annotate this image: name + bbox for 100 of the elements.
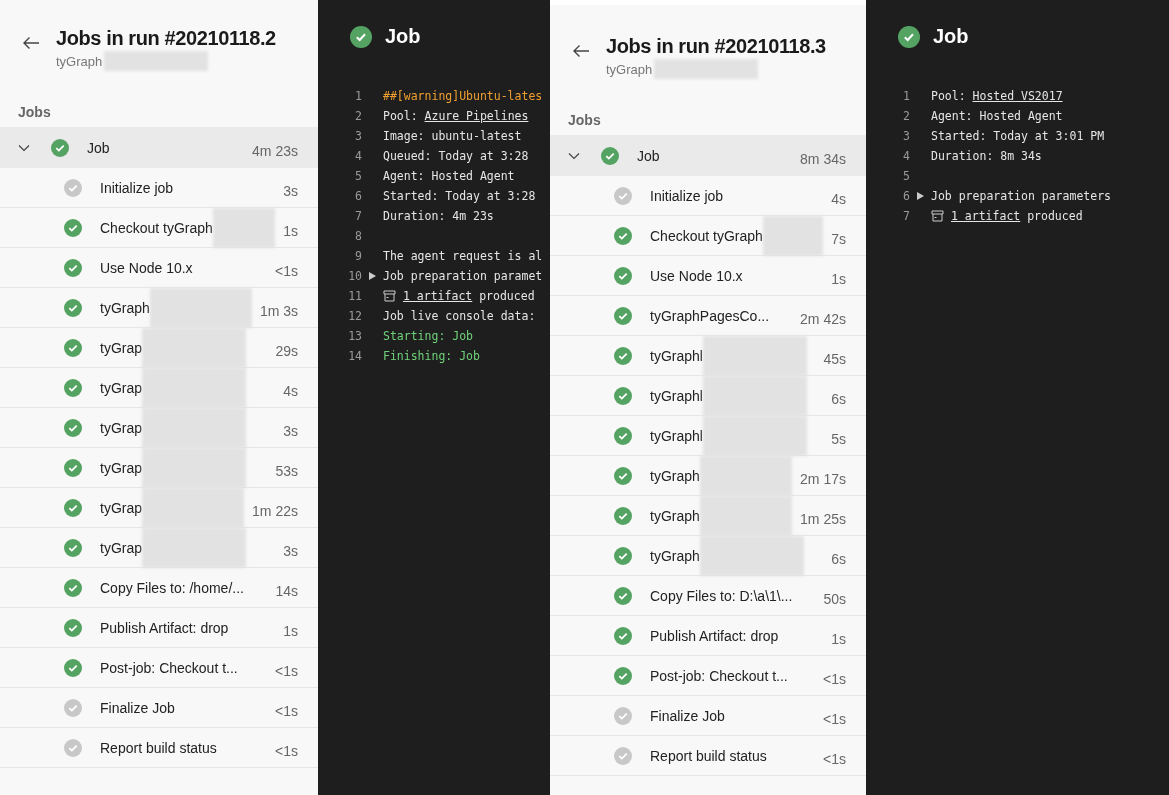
log-link[interactable]: Hosted VS2017 [972, 89, 1063, 103]
step-row[interactable]: Use Node 10.x 1s [550, 256, 866, 296]
step-duration: <1s [822, 709, 847, 727]
step-row[interactable]: tyGraphl 6s [550, 376, 866, 416]
log-title: Job [933, 25, 969, 48]
job-row[interactable]: Job 8m 34s [550, 135, 866, 176]
job-name: Job [87, 139, 110, 156]
line-number: 11 [347, 289, 362, 303]
line-number: 3 [354, 129, 362, 143]
pipeline-name: tyGraph [606, 61, 653, 77]
log-line: Pool: [383, 109, 419, 123]
step-name: tyGrap [100, 419, 142, 436]
step-duration: <1s [274, 661, 299, 679]
step-duration: 5s [830, 429, 847, 447]
log-link[interactable]: Azure Pipelines [424, 109, 529, 123]
step-name: Publish Artifact: drop [650, 627, 779, 644]
step-duration: <1s [822, 749, 847, 767]
line-number: 1 [354, 89, 362, 103]
back-arrow-icon[interactable] [572, 44, 590, 58]
step-row[interactable]: tyGraph 2m 17s [550, 456, 866, 496]
step-row[interactable]: tyGraph 6s [550, 536, 866, 576]
step-row[interactable]: Copy Files to: /home/... 14s [0, 568, 318, 608]
step-row[interactable]: tyGrap 29s [0, 328, 318, 368]
step-row[interactable]: Checkout tyGraph 1s [0, 208, 318, 248]
step-duration: 53s [274, 461, 299, 479]
step-row[interactable]: Publish Artifact: drop 1s [0, 608, 318, 648]
step-duration: 6s [830, 549, 847, 567]
line-number: 14 [347, 349, 362, 363]
step-duration: <1s [274, 701, 299, 719]
log-line: ##[warning]Ubuntu-lates [383, 89, 543, 103]
step-row[interactable]: tyGraphl 45s [550, 336, 866, 376]
line-number: 7 [354, 209, 362, 223]
line-number: 7 [902, 209, 910, 223]
log-line: Image: ubuntu-latest [383, 129, 522, 143]
job-row[interactable]: Job 4m 23s [0, 127, 318, 168]
line-number: 2 [354, 109, 362, 123]
log-title: Job [385, 25, 421, 48]
step-row[interactable]: Post-job: Checkout t... <1s [0, 648, 318, 688]
step-name: Post-job: Checkout t... [650, 667, 788, 684]
log-line: Job preparation paramet [383, 269, 543, 283]
step-name: Publish Artifact: drop [100, 619, 229, 636]
step-row[interactable]: Finalize Job <1s [550, 696, 866, 736]
chevron-icon[interactable] [18, 143, 30, 152]
step-duration: 3s [282, 541, 299, 559]
step-row[interactable]: Post-job: Checkout t... <1s [550, 656, 866, 696]
log-line: produced [478, 289, 535, 303]
step-name: tyGrap [100, 499, 142, 516]
step-row[interactable]: tyGrap 4s [0, 368, 318, 408]
line-number: 8 [354, 229, 362, 243]
line-number: 9 [354, 249, 362, 263]
line-number: 12 [347, 309, 362, 323]
expand-triangle-icon[interactable] [369, 272, 376, 280]
step-row[interactable]: Finalize Job <1s [0, 688, 318, 728]
step-row[interactable]: tyGrap 1m 22s [0, 488, 318, 528]
step-duration: 1m 3s [258, 301, 299, 319]
step-row[interactable]: Publish Artifact: drop 1s [550, 616, 866, 656]
step-duration: <1s [822, 669, 847, 687]
step-row[interactable]: Report build status <1s [550, 736, 866, 776]
step-row[interactable]: Checkout tyGraph 7s [550, 216, 866, 256]
log-line: Starting: Job [383, 329, 473, 343]
step-name: Checkout tyGraph [650, 227, 763, 244]
step-duration: 2m 42s [799, 309, 847, 327]
step-name: tyGrap [100, 339, 142, 356]
step-duration: 6s [830, 389, 847, 407]
log-link[interactable]: 1 artifact [951, 209, 1021, 223]
step-duration: 1m 22s [251, 501, 299, 519]
step-duration: 1s [830, 629, 847, 647]
step-name: tyGrap [100, 379, 142, 396]
step-duration: 7s [830, 229, 847, 247]
artifact-icon [931, 210, 944, 222]
line-number: 3 [902, 129, 910, 143]
pipeline-name: tyGraph [56, 53, 103, 69]
line-number: 5 [902, 169, 910, 183]
line-number: 5 [354, 169, 362, 183]
run-title: Jobs in run #20210118.3 [606, 35, 826, 58]
expand-triangle-icon[interactable] [917, 192, 924, 200]
step-duration: <1s [274, 741, 299, 759]
step-row[interactable]: tyGraph 1m 25s [550, 496, 866, 536]
run-title: Jobs in run #20210118.2 [56, 27, 276, 50]
log-line: Queued: Today at 3:28 [383, 149, 529, 163]
step-duration: 1s [282, 621, 299, 639]
step-row[interactable]: tyGrap 3s [0, 528, 318, 568]
line-number: 13 [347, 329, 362, 343]
log-line: Job preparation parameters [931, 189, 1111, 203]
log-link[interactable]: 1 artifact [403, 289, 473, 303]
back-arrow-icon[interactable] [22, 36, 40, 50]
step-name: tyGraph [650, 507, 700, 524]
step-duration: 2m 17s [799, 469, 847, 487]
log-line: Started: Today at 3:01 PM [931, 129, 1105, 143]
step-row[interactable]: Report build status <1s [0, 728, 318, 768]
step-row[interactable]: tyGrap 53s [0, 448, 318, 488]
step-name: Finalize Job [650, 707, 725, 724]
step-row[interactable]: tyGrap 3s [0, 408, 318, 448]
step-row[interactable]: tyGraph 1m 3s [0, 288, 318, 328]
chevron-icon[interactable] [568, 151, 580, 160]
job-duration: 4m 23s [251, 141, 299, 159]
log-line: Agent: Hosted Agent [383, 169, 515, 183]
job-name: Job [637, 147, 660, 164]
step-row[interactable]: Copy Files to: D:\a\1\... 50s [550, 576, 866, 616]
step-row[interactable]: tyGraphl 5s [550, 416, 866, 456]
